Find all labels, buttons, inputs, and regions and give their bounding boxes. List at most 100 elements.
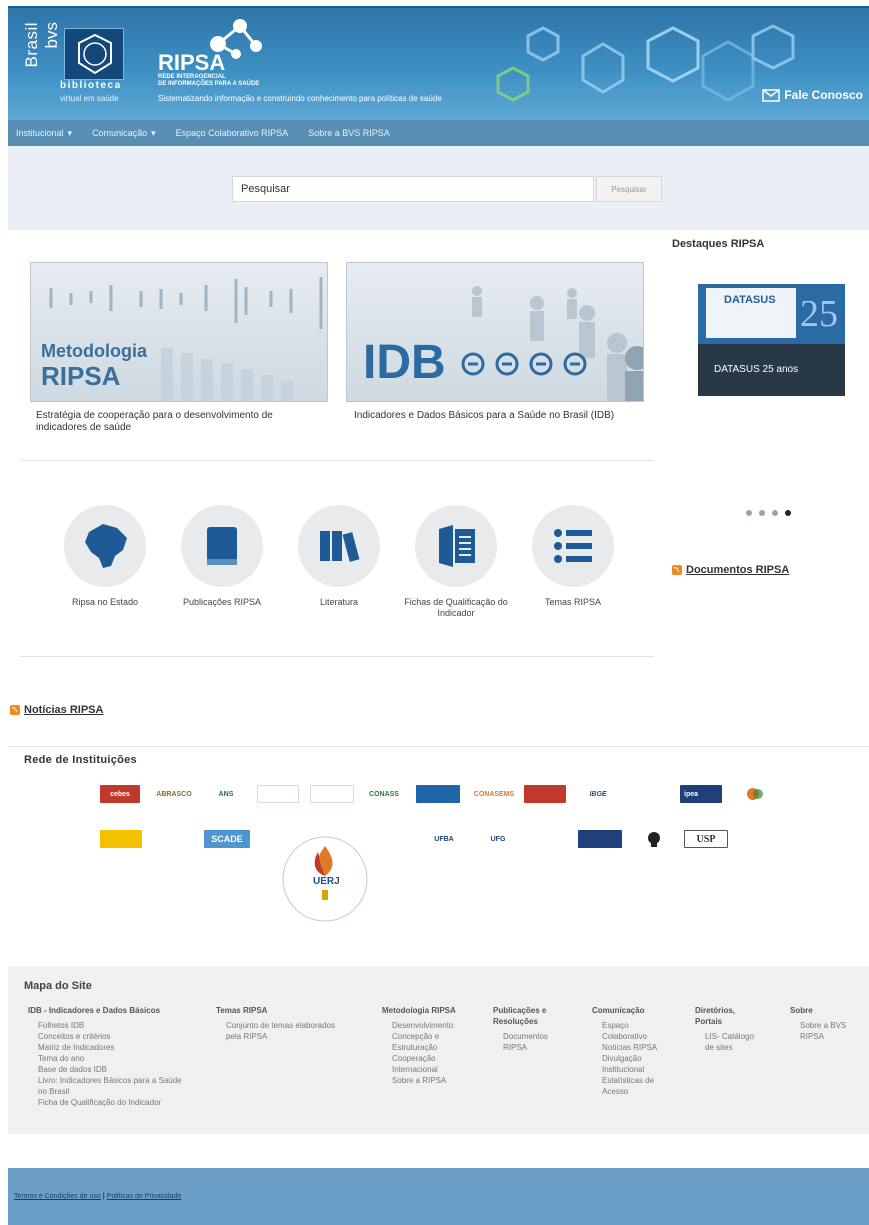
sitemap-link[interactable]: Tema do ano: [28, 1053, 203, 1064]
carousel-dot[interactable]: [746, 510, 752, 516]
shortcut-label[interactable]: Publicações RIPSA: [167, 597, 277, 608]
logo-ufg[interactable]: UFG: [478, 830, 518, 848]
sitemap-heading[interactable]: Temas RIPSA: [216, 1005, 336, 1016]
sitemap-column-sobre: Sobre Sobre a BVS RIPSA: [790, 1005, 864, 1042]
sitemap-heading[interactable]: Publicações e Resoluções: [493, 1005, 573, 1027]
carousel-dot[interactable]: [772, 510, 778, 516]
search-input[interactable]: [232, 176, 594, 202]
decorative-hexagons: [496, 24, 795, 102]
logo-conass[interactable]: CONASS: [362, 785, 406, 803]
section-divider: [20, 656, 654, 657]
logo-institution[interactable]: [152, 830, 194, 848]
logo-institution[interactable]: [734, 785, 776, 803]
shortcut-ripsa-estado[interactable]: [64, 505, 146, 587]
logo-cebes[interactable]: cebes: [100, 785, 140, 803]
sitemap-link[interactable]: Espaço Colaborativo: [592, 1020, 672, 1042]
sitemap-heading[interactable]: Diretórios, Portais: [695, 1005, 755, 1027]
logo-institution[interactable]: [628, 785, 672, 803]
shortcut-label[interactable]: Ripsa no Estado: [50, 597, 160, 608]
sitemap-link[interactable]: Concepção e Estruturação: [382, 1031, 462, 1053]
card-idb[interactable]: IDB: [346, 262, 644, 402]
rss-icon: [672, 565, 682, 575]
shortcut-fichas[interactable]: [415, 505, 497, 587]
sitemap-link[interactable]: Conjunto de temas elaborados pela RIPSA: [216, 1020, 336, 1042]
logo-institution[interactable]: [416, 785, 460, 803]
logo-institution[interactable]: [530, 830, 566, 848]
logo-institution[interactable]: [100, 830, 142, 848]
card-caption-idb[interactable]: Indicadores e Dados Básicos para a Saúde…: [354, 410, 644, 422]
highlight-slide[interactable]: DATASUS 25 DATASUS 25 anos: [698, 284, 845, 396]
sitemap-link[interactable]: Notícias RIPSA: [592, 1042, 682, 1053]
carousel-dots: [746, 510, 791, 516]
logo-usp[interactable]: USP: [684, 830, 728, 848]
contact-link[interactable]: Fale Conosco: [762, 88, 863, 102]
shortcut-label[interactable]: Fichas de Qualificação do Indicador: [401, 597, 511, 619]
sitemap-link[interactable]: LIS- Catálogo de sites: [695, 1031, 765, 1053]
logo-institution[interactable]: [578, 830, 622, 848]
shortcut-publicacoes[interactable]: [181, 505, 263, 587]
nav-item-espaco[interactable]: Espaço Colaborativo RIPSA: [176, 128, 289, 138]
sitemap-link[interactable]: Matriz de Indicadores: [28, 1042, 203, 1053]
sitemap-link[interactable]: Estatísticas de Acesso: [592, 1075, 662, 1097]
shortcut-temas[interactable]: [532, 505, 614, 587]
logo-institution[interactable]: [257, 785, 299, 803]
logo-institution[interactable]: [310, 785, 354, 803]
institutions-band: [8, 746, 869, 966]
section-divider: [20, 460, 654, 461]
sitemap-link[interactable]: Base de dados IDB: [28, 1064, 203, 1075]
shortcut-label[interactable]: Temas RIPSA: [518, 597, 628, 608]
logo-ibge[interactable]: IBGE: [574, 785, 622, 803]
logo-ans[interactable]: ANS: [206, 785, 246, 803]
logo-ipea[interactable]: ipea: [680, 785, 722, 803]
card-metodologia[interactable]: Metodologia RIPSA: [30, 262, 328, 402]
sitemap-link[interactable]: Divulgação Institucional: [592, 1053, 662, 1075]
shield-logo-icon: [648, 832, 660, 847]
privacy-link[interactable]: Políticas de Privacidade: [107, 1193, 182, 1200]
nav-item-sobre[interactable]: Sobre a BVS RIPSA: [308, 128, 390, 138]
sitemap-link[interactable]: Conceitos e critérios: [28, 1031, 203, 1042]
sitemap-link[interactable]: Livro: Indicadores Básicos para a Saúde …: [28, 1075, 188, 1097]
shortcut-label[interactable]: Literatura: [284, 597, 394, 608]
carousel-dot-active[interactable]: [785, 510, 791, 516]
card-title-idb: IDB: [363, 336, 446, 389]
logo-ufba[interactable]: UFBA: [422, 830, 466, 848]
sitemap-link[interactable]: Sobre a RIPSA: [382, 1075, 482, 1086]
documentos-link[interactable]: Documentos RIPSA: [672, 564, 789, 576]
uerj-text: UERJ: [313, 876, 340, 887]
bvs-logo[interactable]: Brasil bvs biblioteca virtual em saúde: [22, 22, 132, 112]
sitemap-column-temas: Temas RIPSA Conjunto de temas elaborados…: [216, 1005, 336, 1042]
circle-buttons-icon: [461, 352, 587, 376]
logo-conasems[interactable]: CONASEMS: [470, 785, 518, 803]
caret-down-icon: ▾: [151, 127, 156, 138]
noticias-link[interactable]: Notícias RIPSA: [10, 704, 103, 716]
sitemap-column-comunicacao: Comunicação Espaço Colaborativo Notícias…: [592, 1005, 682, 1097]
sitemap-heading[interactable]: IDB - Indicadores e Dados Básicos: [28, 1005, 203, 1016]
nav-item-institucional[interactable]: Institucional ▾: [16, 128, 72, 139]
search-button[interactable]: Pesquisar: [596, 176, 662, 202]
carousel-dot[interactable]: [759, 510, 765, 516]
bvs-brasil-text: Brasil: [22, 22, 41, 68]
sitemap-heading[interactable]: Comunicação: [592, 1005, 682, 1016]
sitemap-link[interactable]: Documentos RIPSA: [493, 1031, 565, 1053]
nav-item-comunicacao[interactable]: Comunicação ▾: [92, 128, 156, 139]
uerj-logo[interactable]: UERJ: [280, 832, 370, 926]
sitemap-link[interactable]: Ficha de Qualificação do Indicador: [28, 1097, 203, 1108]
highlight-caption: DATASUS 25 anos: [714, 364, 799, 375]
sitemap-link[interactable]: Sobre a BVS RIPSA: [790, 1020, 854, 1042]
sitemap-heading[interactable]: Metodologia RIPSA: [382, 1005, 482, 1016]
sitemap-link[interactable]: Desenvolvimento: [382, 1020, 482, 1031]
globe-logo-icon: [747, 788, 763, 800]
legal-links: Termos e Condições de uso | Políticas de…: [14, 1193, 181, 1200]
logo-scade[interactable]: SCADE: [204, 830, 250, 848]
logo-institution[interactable]: [632, 828, 676, 850]
logo-institution[interactable]: [524, 785, 566, 803]
ripsa-name[interactable]: RIPSA: [158, 50, 225, 76]
sitemap-heading[interactable]: Sobre: [790, 1005, 864, 1016]
card-caption-metodologia[interactable]: Estratégia de cooperação para o desenvol…: [36, 410, 326, 434]
sitemap-link[interactable]: Cooperação Internacional: [382, 1053, 462, 1075]
shortcut-literatura[interactable]: [298, 505, 380, 587]
noticias-label: Notícias RIPSA: [24, 704, 104, 716]
terms-link[interactable]: Termos e Condições de uso: [14, 1193, 101, 1200]
logo-abrasco[interactable]: ABRASCO: [152, 785, 196, 803]
sitemap-link[interactable]: Folhetos IDB: [28, 1020, 203, 1031]
